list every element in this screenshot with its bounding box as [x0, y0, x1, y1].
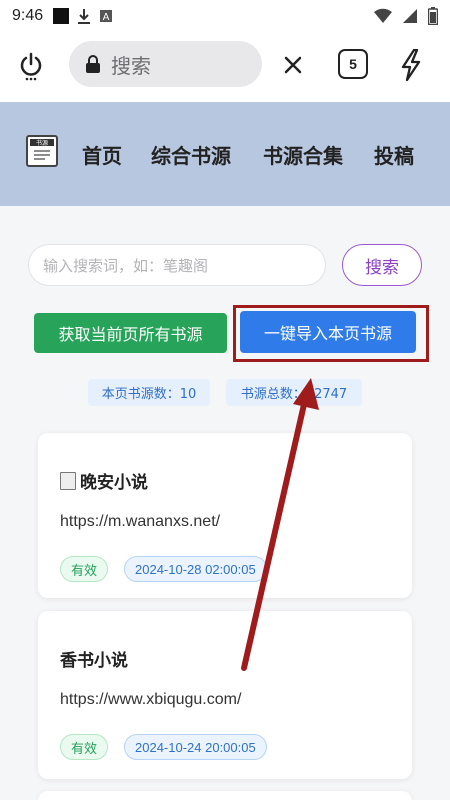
address-bar[interactable]: 搜索	[69, 41, 262, 87]
search-input-placeholder: 输入搜索词，如：笔趣阁	[43, 256, 209, 275]
tab-count: 5	[349, 56, 357, 72]
card-title: 晚安小说	[80, 473, 148, 493]
status-bar: 9:46 A	[0, 0, 450, 32]
date-badge: 2024-10-28 02:00:05	[124, 556, 267, 582]
book-icon	[60, 471, 76, 490]
tabs-button[interactable]: 5	[338, 49, 368, 79]
import-page-sources-button[interactable]: 一键导入本页书源	[240, 311, 416, 353]
nav-general-sources[interactable]: 综合书源	[151, 140, 231, 169]
signal-icon	[403, 9, 417, 23]
nav-source-collections[interactable]: 书源合集	[263, 140, 343, 169]
download-icon	[78, 9, 91, 24]
card-title: 香书小说	[60, 651, 128, 671]
card-url[interactable]: https://m.wananxs.net/	[60, 513, 220, 531]
site-nav: 书源 首页 综合书源 书源合集 投稿	[0, 102, 450, 206]
page-source-count: 本页书源数：10	[88, 379, 210, 406]
card-url[interactable]: https://www.xbiqugu.com/	[60, 691, 241, 709]
site-logo[interactable]: 书源	[26, 135, 58, 167]
power-icon[interactable]	[14, 49, 48, 83]
nav-home[interactable]: 首页	[82, 140, 122, 169]
total-source-count: 书源总数：22747	[226, 379, 362, 406]
browser-toolbar: 搜索 5	[0, 32, 450, 102]
date-badge: 2024-10-24 20:00:05	[124, 734, 267, 760]
app-a-icon: A	[100, 10, 113, 23]
status-badge: 有效	[60, 556, 109, 582]
lock-icon	[86, 55, 100, 73]
svg-text:A: A	[103, 12, 110, 23]
address-bar-placeholder: 搜索	[111, 53, 151, 78]
status-badge: 有效	[60, 734, 109, 760]
battery-icon	[428, 7, 438, 25]
bolt-icon[interactable]	[396, 46, 426, 84]
source-card[interactable]	[38, 791, 412, 800]
source-card[interactable]: 香书小说 https://www.xbiqugu.com/ 有效 2024-10…	[38, 611, 412, 779]
svg-text:书源: 书源	[36, 139, 48, 147]
book-logo-icon: 书源	[30, 139, 54, 163]
get-all-sources-button[interactable]: 获取当前页所有书源	[34, 313, 227, 353]
wifi-icon	[374, 8, 392, 23]
status-time: 9:46	[12, 7, 44, 24]
close-icon[interactable]	[276, 46, 310, 84]
search-button[interactable]: 搜索	[342, 244, 422, 286]
notification-icon	[53, 8, 70, 24]
nav-submit[interactable]: 投稿	[374, 140, 414, 169]
source-card[interactable]: 晚安小说 https://m.wananxs.net/ 有效 2024-10-2…	[38, 433, 412, 598]
search-input[interactable]: 输入搜索词，如：笔趣阁	[28, 244, 326, 286]
